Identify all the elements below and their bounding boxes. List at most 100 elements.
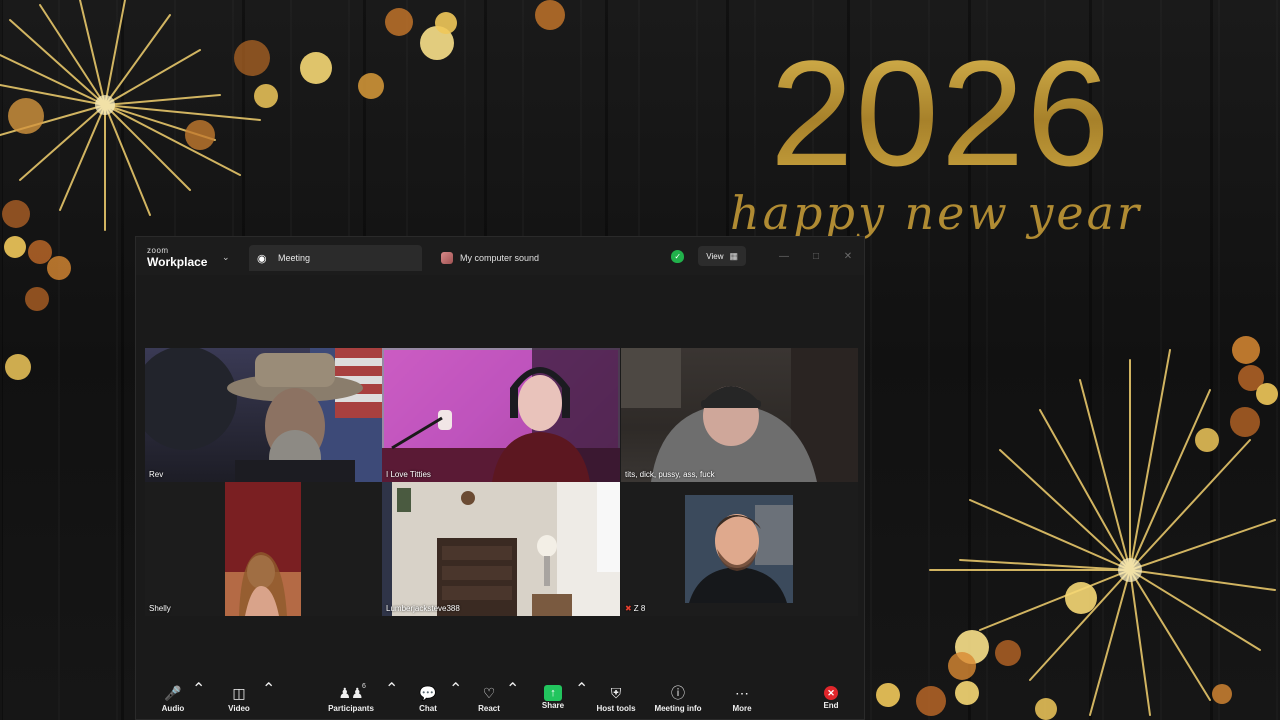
share-button[interactable]: ↑ Share	[538, 679, 568, 719]
tab-computer-sound-label: My computer sound	[460, 253, 540, 263]
participant-tile[interactable]: Lumberjacksteve388	[382, 482, 620, 616]
participants-count: 6	[362, 683, 366, 690]
brand-large: Workplace	[147, 255, 208, 269]
participant-tile-active[interactable]: I Love Titties	[382, 348, 620, 482]
more-button[interactable]: ⋯ More	[727, 679, 757, 719]
share-options-chevron-icon[interactable]: ⌃	[575, 679, 588, 719]
react-button[interactable]: ♡ React	[474, 679, 504, 719]
new-year-greeting: happy new year	[730, 186, 1143, 240]
participant-name: tits, dick, pussy, ass, fuck	[625, 470, 715, 479]
end-meeting-button[interactable]: ✕ End	[818, 679, 844, 719]
info-icon: ⓘ	[671, 685, 685, 701]
heart-icon: ♡	[482, 685, 496, 701]
grid-icon: ▦	[729, 250, 738, 261]
bokeh-light	[4, 236, 26, 258]
bokeh-light	[535, 0, 565, 30]
participants-options-chevron-icon[interactable]: ⌃	[385, 679, 398, 719]
share-label: Share	[541, 701, 565, 710]
chevron-down-icon: ⌄	[222, 252, 230, 262]
chat-label: Chat	[419, 704, 437, 713]
bokeh-light	[1035, 698, 1057, 720]
muted-mic-icon: ✖	[625, 604, 632, 613]
bokeh-light	[47, 256, 71, 280]
react-options-chevron-icon[interactable]: ⌃	[506, 679, 519, 719]
participants-icon: ♟♟	[338, 685, 364, 701]
video-camera-icon: ◫	[232, 685, 246, 701]
participants-label: Participants	[328, 704, 374, 713]
audio-label: Audio	[161, 704, 185, 713]
bokeh-light	[2, 200, 30, 228]
close-icon[interactable]: ✕	[832, 251, 864, 262]
view-label: View	[706, 251, 724, 261]
bokeh-light	[1065, 582, 1097, 614]
react-label: React	[478, 704, 500, 713]
app-brand-menu[interactable]: zoom Workplace ⌄	[136, 237, 248, 275]
participants-button[interactable]: ♟♟ 6 Participants	[324, 679, 378, 719]
audio-button[interactable]: 🎤 Audio	[158, 679, 188, 719]
bokeh-light	[358, 73, 384, 99]
participant-name: Lumberjacksteve388	[386, 604, 460, 613]
bokeh-light	[1256, 383, 1278, 405]
paw-icon: ◉	[257, 252, 267, 265]
participant-tile[interactable]: Shelly	[145, 482, 382, 616]
meeting-info-button[interactable]: ⓘ Meeting info	[652, 679, 704, 719]
host-tools-button[interactable]: ⛨ Host tools	[594, 679, 638, 719]
chat-button[interactable]: 💬 Chat	[414, 679, 442, 719]
end-label: End	[823, 701, 839, 710]
title-bar-controls: ✓ View ▦ — □ ✕	[671, 237, 864, 275]
maximize-icon[interactable]: □	[800, 251, 832, 262]
participant-video	[685, 495, 793, 603]
zoom-meeting-window: zoom Workplace ⌄ ◉ Meeting My computer s…	[135, 236, 865, 720]
participant-name: I Love Titties	[386, 470, 431, 479]
bokeh-light	[1232, 336, 1260, 364]
bokeh-light	[254, 84, 278, 108]
video-label: Video	[228, 704, 250, 713]
microphone-icon: 🎤	[164, 685, 182, 701]
minimize-icon[interactable]: —	[768, 251, 800, 262]
bokeh-light	[1212, 684, 1232, 704]
meeting-info-label: Meeting info	[654, 704, 702, 713]
end-call-icon: ✕	[824, 686, 838, 700]
bokeh-light	[995, 640, 1021, 666]
chat-options-chevron-icon[interactable]: ⌃	[449, 679, 462, 719]
participant-name: Shelly	[149, 604, 171, 613]
video-button[interactable]: ◫ Video	[224, 679, 254, 719]
participant-name: Rev	[149, 470, 164, 479]
audio-options-chevron-icon[interactable]: ⌃	[192, 679, 205, 719]
participant-video	[621, 348, 858, 482]
bokeh-light	[916, 686, 946, 716]
bokeh-light	[948, 652, 976, 680]
tab-meeting[interactable]: ◉ Meeting	[249, 245, 422, 271]
shield-icon: ⛨	[610, 685, 622, 701]
bokeh-light	[5, 354, 31, 380]
bokeh-light	[8, 98, 44, 134]
app-icon	[441, 252, 453, 264]
participant-name: ✖ Z 8	[625, 604, 645, 613]
chat-bubble-icon: 💬	[419, 685, 437, 701]
bokeh-light	[1195, 428, 1219, 452]
participant-video	[225, 482, 301, 616]
participant-video	[382, 348, 620, 482]
bokeh-light	[1230, 407, 1260, 437]
bokeh-light	[955, 681, 979, 705]
bokeh-light	[385, 8, 413, 36]
meeting-toolbar: 🎤 Audio ⌃ ◫ Video ⌃ ♟♟ 6 Participants ⌃ …	[136, 679, 864, 719]
participant-tile[interactable]: tits, dick, pussy, ass, fuck	[621, 348, 858, 482]
more-dots-icon: ⋯	[735, 685, 749, 701]
view-button[interactable]: View ▦	[698, 246, 746, 266]
security-shield-icon[interactable]: ✓	[671, 249, 685, 263]
tab-meeting-label: Meeting	[278, 253, 311, 263]
video-options-chevron-icon[interactable]: ⌃	[262, 679, 275, 719]
participant-tile[interactable]: Rev	[145, 348, 382, 482]
bokeh-light	[300, 52, 332, 84]
share-screen-icon: ↑	[544, 685, 562, 701]
tab-computer-sound[interactable]: My computer sound	[435, 245, 625, 271]
participant-tile[interactable]: ✖ Z 8	[621, 482, 858, 616]
bokeh-light	[234, 40, 270, 76]
bokeh-light	[876, 683, 900, 707]
participant-video	[382, 482, 620, 616]
bokeh-light	[25, 287, 49, 311]
new-year-headline: 2026	[770, 29, 1112, 197]
participant-name-text: Z 8	[633, 604, 646, 613]
firework-top-left	[0, 0, 261, 231]
